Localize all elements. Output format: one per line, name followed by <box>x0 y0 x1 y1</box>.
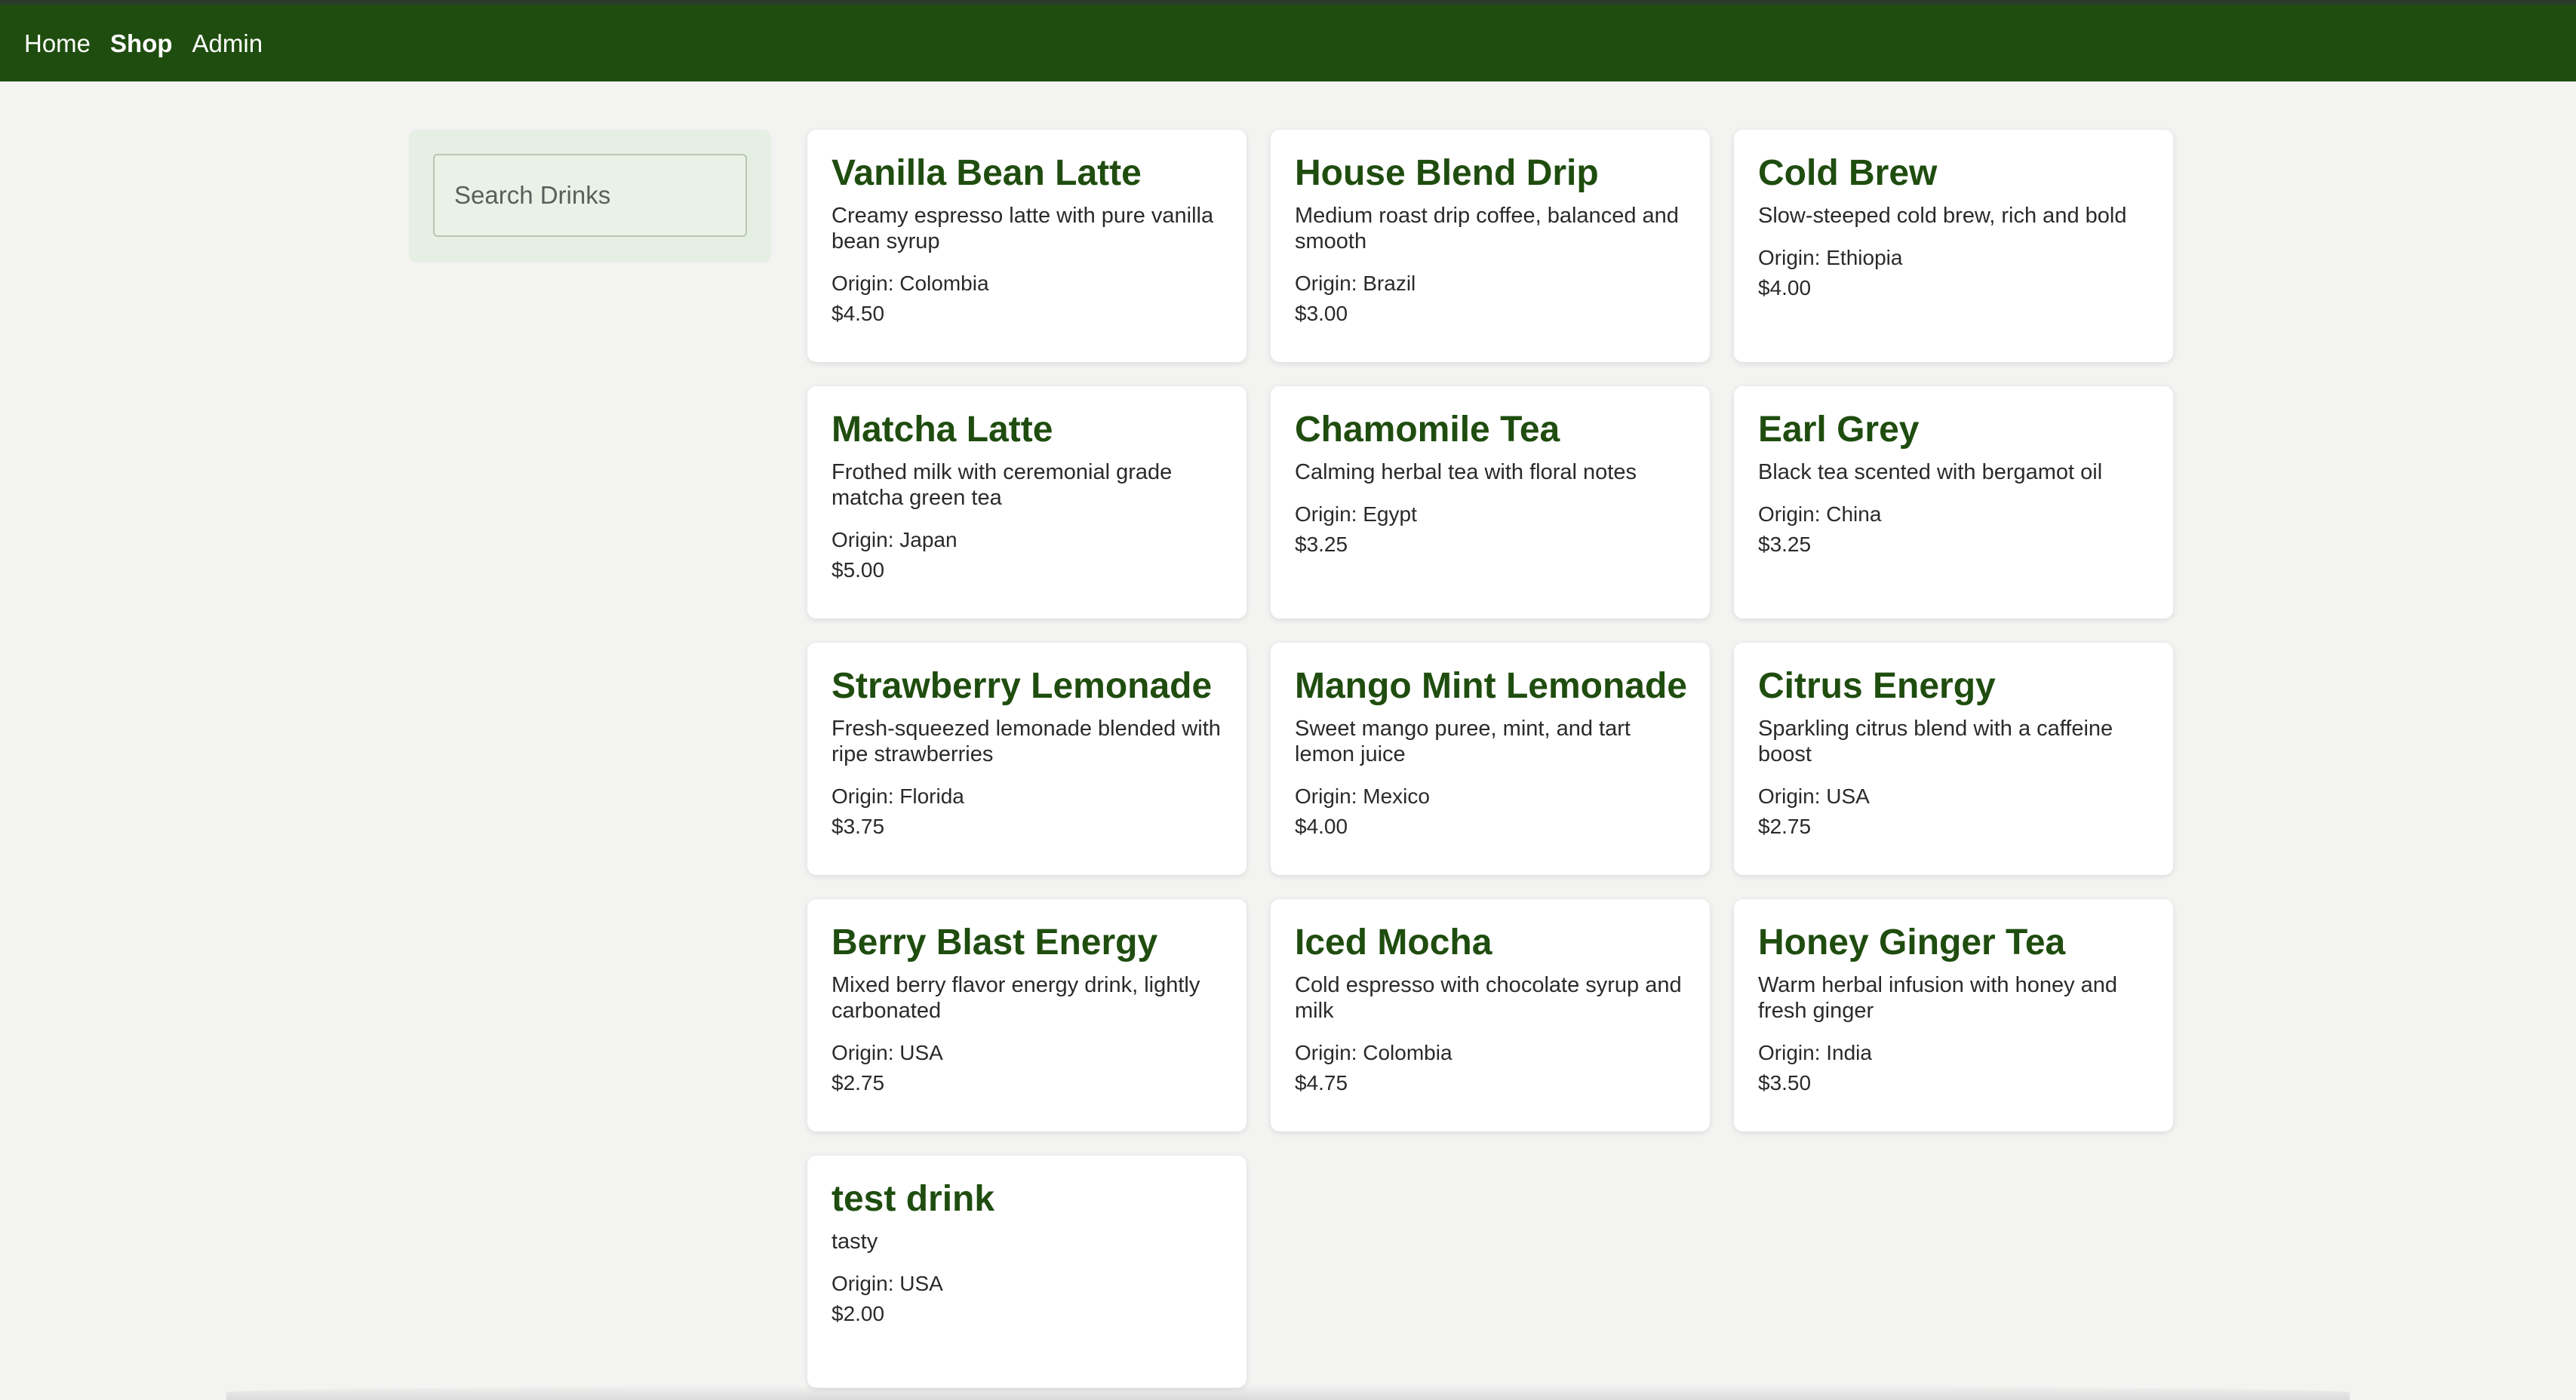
product-description: Mixed berry flavor energy drink, lightly… <box>832 973 1200 1024</box>
product-card[interactable]: Iced Mocha Cold espresso with chocolate … <box>1271 899 1710 1131</box>
product-price: $2.75 <box>1758 815 1812 839</box>
nav-shop-link[interactable]: Shop <box>110 31 172 56</box>
product-description: tasty <box>832 1230 878 1254</box>
product-price: $4.75 <box>1295 1071 1348 1095</box>
product-price: $3.25 <box>1295 533 1348 557</box>
product-origin: Origin: USA <box>832 1041 943 1065</box>
product-price: $4.50 <box>832 302 885 326</box>
product-origin: Origin: Colombia <box>1295 1041 1452 1065</box>
product-origin: Origin: Florida <box>832 784 964 809</box>
product-name: Cold Brew <box>1758 153 1938 193</box>
product-description: Calming herbal tea with floral notes <box>1295 460 1637 485</box>
product-price: $3.00 <box>1295 302 1348 326</box>
product-description: Black tea scented with bergamot oil <box>1758 460 2103 485</box>
product-description: Sparkling citrus blend with a caffeine b… <box>1758 717 2113 767</box>
product-origin: Origin: Japan <box>832 528 958 552</box>
bottom-scroll-shadow <box>226 1385 2350 1400</box>
product-card[interactable]: test drink tasty Origin: USA $2.00 <box>807 1156 1247 1388</box>
product-origin: Origin: Mexico <box>1295 784 1430 809</box>
product-price: $4.00 <box>1758 276 1812 300</box>
search-panel <box>409 130 771 262</box>
product-card[interactable]: Honey Ginger Tea Warm herbal infusion wi… <box>1734 899 2173 1131</box>
product-name: Iced Mocha <box>1295 923 1492 962</box>
product-price: $3.25 <box>1758 533 1812 557</box>
product-card[interactable]: Chamomile Tea Calming herbal tea with fl… <box>1271 386 1710 619</box>
product-description: Medium roast drip coffee, balanced and s… <box>1295 204 1679 254</box>
product-origin: Origin: USA <box>1758 784 1870 809</box>
product-price: $3.50 <box>1758 1071 1812 1095</box>
product-card[interactable]: Cold Brew Slow-steeped cold brew, rich a… <box>1734 130 2173 362</box>
product-name: test drink <box>832 1179 995 1219</box>
product-card[interactable]: House Blend Drip Medium roast drip coffe… <box>1271 130 1710 362</box>
product-description: Slow-steeped cold brew, rich and bold <box>1758 204 2127 229</box>
product-name: Honey Ginger Tea <box>1758 923 2066 962</box>
product-card[interactable]: Mango Mint Lemonade Sweet mango puree, m… <box>1271 643 1710 875</box>
product-card[interactable]: Vanilla Bean Latte Creamy espresso latte… <box>807 130 1247 362</box>
top-navbar: Home Shop Admin <box>0 5 2576 81</box>
product-origin: Origin: India <box>1758 1041 1872 1065</box>
product-name: Vanilla Bean Latte <box>832 153 1142 193</box>
product-description: Frothed milk with ceremonial grade match… <box>832 460 1173 511</box>
product-card[interactable]: Berry Blast Energy Mixed berry flavor en… <box>807 899 1247 1131</box>
product-origin: Origin: Brazil <box>1295 272 1416 296</box>
product-name: Matcha Latte <box>832 410 1053 450</box>
product-name: Citrus Energy <box>1758 666 1996 706</box>
product-grid: Vanilla Bean Latte Creamy espresso latte… <box>807 130 2173 1388</box>
product-description: Creamy espresso latte with pure vanilla … <box>832 204 1214 254</box>
product-price: $5.00 <box>832 558 885 582</box>
product-name: Earl Grey <box>1758 410 1920 450</box>
product-name: Strawberry Lemonade <box>832 666 1213 706</box>
product-name: Berry Blast Energy <box>832 923 1158 962</box>
product-description: Cold espresso with chocolate syrup and m… <box>1295 973 1682 1024</box>
product-description: Sweet mango puree, mint, and tart lemon … <box>1295 717 1631 767</box>
product-card[interactable]: Citrus Energy Sparkling citrus blend wit… <box>1734 643 2173 875</box>
product-card[interactable]: Earl Grey Black tea scented with bergamo… <box>1734 386 2173 619</box>
product-card[interactable]: Matcha Latte Frothed milk with ceremonia… <box>807 386 1247 619</box>
product-price: $4.00 <box>1295 815 1348 839</box>
product-name: Mango Mint Lemonade <box>1295 666 1687 706</box>
search-input[interactable] <box>433 154 747 237</box>
product-name: Chamomile Tea <box>1295 410 1560 450</box>
product-card[interactable]: Strawberry Lemonade Fresh-squeezed lemon… <box>807 643 1247 875</box>
product-origin: Origin: Egypt <box>1295 502 1417 527</box>
product-name: House Blend Drip <box>1295 153 1599 193</box>
product-description: Warm herbal infusion with honey and fres… <box>1758 973 2118 1024</box>
product-origin: Origin: Colombia <box>832 272 989 296</box>
product-price: $2.75 <box>832 1071 885 1095</box>
product-origin: Origin: Ethiopia <box>1758 246 1903 270</box>
nav-admin-link[interactable]: Admin <box>192 31 263 56</box>
nav-home-link[interactable]: Home <box>24 31 91 56</box>
product-price: $3.75 <box>832 815 885 839</box>
product-origin: Origin: China <box>1758 502 1882 527</box>
product-origin: Origin: USA <box>832 1272 943 1296</box>
product-description: Fresh-squeezed lemonade blended with rip… <box>832 717 1221 767</box>
product-price: $2.00 <box>832 1302 885 1326</box>
